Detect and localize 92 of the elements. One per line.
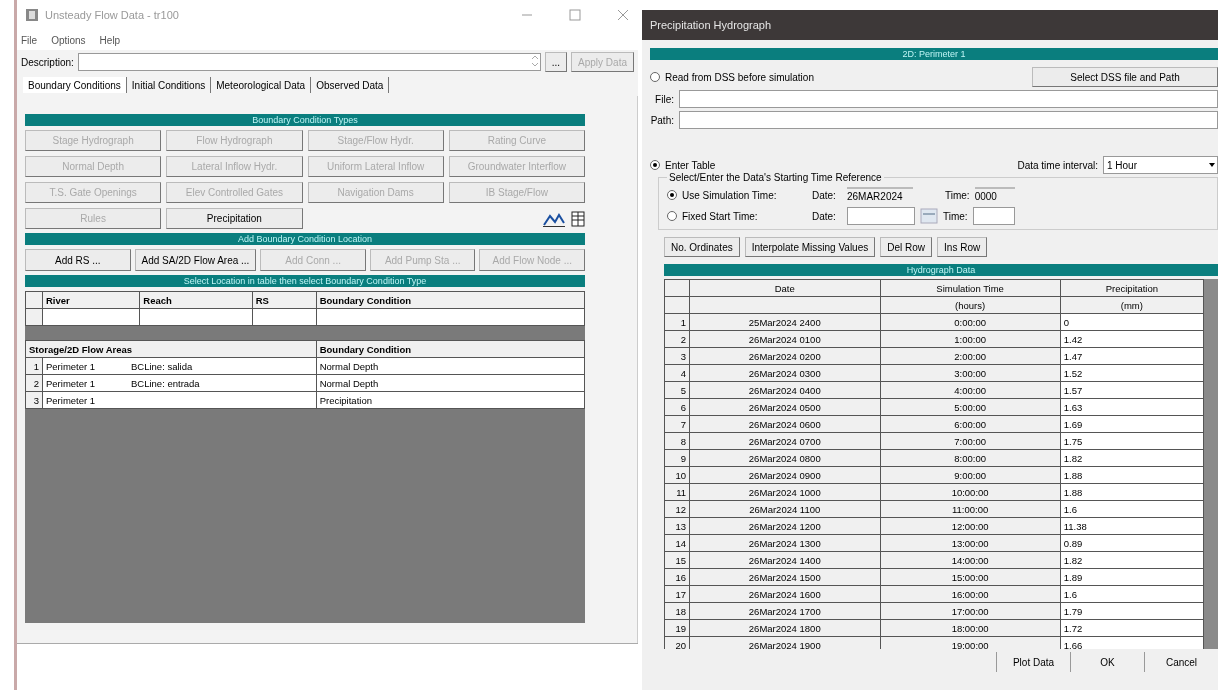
menu-item[interactable]: Options <box>51 34 86 46</box>
dialog-title: Precipitation Hydrograph <box>642 10 1218 40</box>
table-action-button[interactable]: No. Ordinates <box>664 237 740 257</box>
column-header: Date <box>689 279 880 297</box>
section-header: Hydrograph Data <box>664 264 1218 276</box>
table-cell[interactable]: Normal Depth <box>316 357 585 375</box>
table-cell[interactable]: Perimeter 1 BCLine: entrada <box>42 374 317 392</box>
tab[interactable]: Observed Data <box>311 77 390 93</box>
table-cell[interactable]: 1.69 <box>1060 415 1204 433</box>
table-cell[interactable]: Perimeter 1 <box>42 391 317 409</box>
dialog-button[interactable]: OK <box>1070 652 1144 672</box>
table-cell[interactable]: 1.89 <box>1060 568 1204 586</box>
path-label: Path: <box>650 114 674 126</box>
file-field[interactable] <box>679 90 1218 108</box>
column-header: Precipitation <box>1060 279 1204 297</box>
table-cell[interactable]: 1.88 <box>1060 483 1204 501</box>
table-action-button[interactable]: Interpolate Missing Values <box>744 237 876 257</box>
menu-item[interactable]: Help <box>99 34 121 46</box>
dialog-button[interactable]: Plot Data <box>996 652 1070 672</box>
menu-item[interactable]: File <box>21 34 38 46</box>
column-header: Boundary Condition <box>316 340 585 358</box>
table-cell[interactable]: 1.6 <box>1060 500 1204 518</box>
date-label: Date: <box>812 189 837 201</box>
table-cell[interactable]: 1.52 <box>1060 364 1204 382</box>
table-action-button[interactable]: Del Row <box>880 237 933 257</box>
radio-button[interactable] <box>650 160 660 170</box>
window-title: Unsteady Flow Data - tr100 <box>45 9 180 21</box>
file-label: File: <box>654 93 674 105</box>
boundary-type-button[interactable]: Precipitation <box>166 208 303 229</box>
radio-button[interactable] <box>667 190 677 200</box>
spin-icon[interactable] <box>529 54 540 68</box>
time-label: Time: <box>943 210 968 222</box>
path-field[interactable] <box>679 111 1218 129</box>
select-dss-button[interactable]: Select DSS file and Path <box>1032 67 1218 87</box>
description-field[interactable] <box>77 53 541 71</box>
radio-button[interactable] <box>650 72 660 82</box>
column-header: River <box>42 291 140 309</box>
group-label: Select/Enter the Data's Starting Time Reference <box>667 172 884 183</box>
dialog-button[interactable]: Cancel <box>1144 652 1218 672</box>
section-header: Select Location in table then select Boundary Condition Type <box>25 275 585 287</box>
add-location-button[interactable]: Add RS ... <box>25 249 131 271</box>
time-label: Time: <box>945 189 970 201</box>
date-field[interactable] <box>847 207 915 225</box>
date-label: Date: <box>812 210 837 222</box>
table-cell[interactable]: 1.82 <box>1060 449 1204 467</box>
close-icon[interactable] <box>616 8 630 22</box>
add-location-button[interactable]: Add SA/2D Flow Area ... <box>134 249 257 271</box>
table-cell[interactable]: 1.82 <box>1060 551 1204 569</box>
table-cell[interactable]: 1.72 <box>1060 619 1204 637</box>
table-cell[interactable]: 1.47 <box>1060 347 1204 365</box>
maximize-icon[interactable] <box>568 8 582 22</box>
browse-button[interactable]: ... <box>544 52 568 72</box>
column-header: Storage/2D Flow Areas <box>25 340 317 358</box>
tab[interactable]: Meteorological Data <box>211 77 312 93</box>
table-cell[interactable]: 1.79 <box>1060 602 1204 620</box>
section-header: 2D: Perimeter 1 <box>650 48 1218 60</box>
interval-dropdown[interactable]: 1 Hour <box>1103 156 1218 174</box>
time-field[interactable] <box>972 207 1015 225</box>
column-header: Reach <box>139 291 253 309</box>
section-header: Add Boundary Condition Location <box>25 233 585 245</box>
table-cell[interactable]: 1.57 <box>1060 381 1204 399</box>
tab[interactable]: Initial Conditions <box>126 77 212 93</box>
radio-label: Enter Table <box>665 159 716 171</box>
radio-label: Read from DSS before simulation <box>665 71 814 83</box>
table-cell[interactable]: 11.38 <box>1060 517 1204 535</box>
table-cell[interactable]: 1.42 <box>1060 330 1204 348</box>
column-header: Simulation Time <box>880 279 1061 297</box>
tab[interactable]: Boundary Conditions <box>23 77 127 93</box>
section-header: Boundary Condition Types <box>25 114 585 126</box>
table-cell[interactable]: Normal Depth <box>316 374 585 392</box>
calendar-icon[interactable] <box>920 208 938 224</box>
scrollbar[interactable] <box>1204 279 1218 649</box>
radio-label: Use Simulation Time: <box>682 189 777 201</box>
app-icon <box>25 8 39 22</box>
table-action-button[interactable]: Ins Row <box>937 237 988 257</box>
table-cell[interactable]: 1.6 <box>1060 585 1204 603</box>
table-cell[interactable]: 1.63 <box>1060 398 1204 416</box>
column-header: Boundary Condition <box>316 291 585 309</box>
table-cell[interactable]: Perimeter 1 BCLine: salida <box>42 357 317 375</box>
time-value: 0000 <box>974 187 1015 203</box>
radio-label: Fixed Start Time: <box>682 210 758 222</box>
table-icon[interactable] <box>571 210 585 227</box>
radio-button[interactable] <box>667 211 677 221</box>
interval-label: Data time interval: <box>1017 159 1098 171</box>
table-cell[interactable]: 0 <box>1060 313 1204 331</box>
table-cell[interactable]: 1.88 <box>1060 466 1204 484</box>
table-cell[interactable]: Precipitation <box>316 391 585 409</box>
column-header: RS <box>252 291 317 309</box>
table-cell[interactable]: 1.75 <box>1060 432 1204 450</box>
date-value: 26MAR2024 <box>847 187 913 203</box>
table-cell[interactable]: 0.89 <box>1060 534 1204 552</box>
description-label: Description: <box>21 56 74 68</box>
